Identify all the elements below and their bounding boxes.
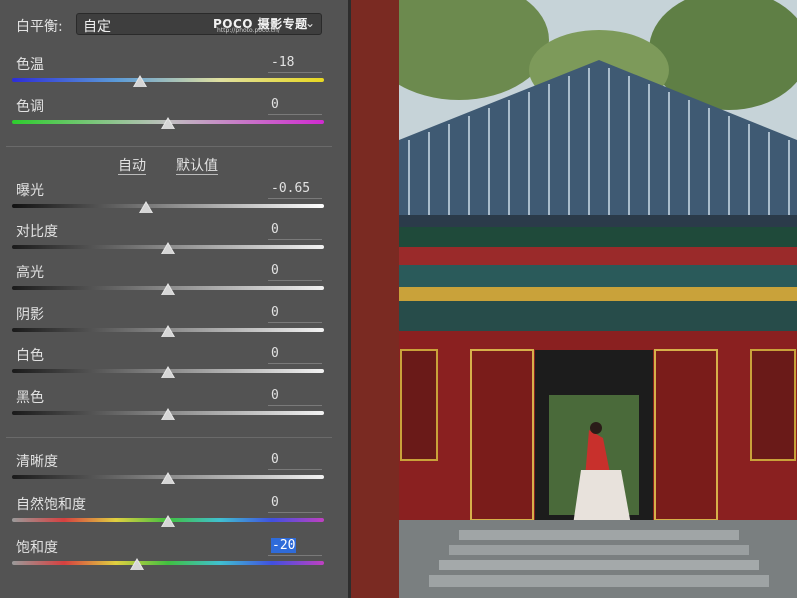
contrast-value-field[interactable]: 0 [268, 222, 322, 240]
whites-label: 白色 [16, 348, 44, 364]
vibrance-slider-thumb[interactable] [161, 515, 175, 527]
adjustment-panel: 白平衡: 自定 POCO 摄影专题 http://photo.poco.cn/ … [0, 0, 348, 598]
white-balance-label: 白平衡: [16, 19, 63, 35]
temperature-slider-thumb[interactable] [132, 75, 147, 87]
clarity-slider-thumb[interactable] [161, 472, 175, 484]
saturation-slider-thumb[interactable] [129, 558, 144, 570]
exposure-slider-track[interactable] [12, 204, 324, 208]
auto-button[interactable]: 自动 [118, 158, 146, 175]
tint-value-field[interactable]: 0 [268, 97, 322, 115]
shadows-value: 0 [271, 305, 279, 320]
white-balance-value: 自定 [83, 19, 111, 35]
shadows-value-field[interactable]: 0 [268, 305, 322, 323]
vibrance-value: 0 [271, 495, 279, 510]
blacks-value: 0 [271, 388, 279, 403]
saturation-value-field[interactable]: -20 [268, 538, 322, 556]
section-divider [6, 437, 332, 438]
saturation-slider-track[interactable] [12, 561, 324, 565]
blacks-slider-thumb[interactable] [161, 408, 175, 420]
temperature-value: -18 [271, 55, 295, 70]
highlights-label: 高光 [16, 265, 44, 281]
saturation-value: -20 [271, 538, 297, 553]
tint-value: 0 [271, 97, 279, 112]
clarity-value-field[interactable]: 0 [268, 452, 322, 470]
contrast-slider-thumb[interactable] [161, 242, 175, 254]
vibrance-value-field[interactable]: 0 [268, 495, 322, 513]
default-button[interactable]: 默认值 [176, 158, 218, 175]
clarity-label: 清晰度 [16, 454, 58, 470]
canvas-background [351, 0, 399, 598]
pavilion-photo [399, 0, 797, 598]
preview-photo [399, 0, 797, 598]
blacks-label: 黑色 [16, 390, 44, 406]
chevron-down-icon[interactable]: ⌄ [305, 16, 315, 30]
whites-value: 0 [271, 346, 279, 361]
exposure-value-field[interactable]: -0.65 [268, 181, 322, 199]
contrast-value: 0 [271, 222, 279, 237]
shadows-label: 阴影 [16, 307, 44, 323]
highlights-value: 0 [271, 263, 279, 278]
contrast-label: 对比度 [16, 224, 58, 240]
temperature-slider-track[interactable] [12, 78, 324, 82]
tint-slider-thumb[interactable] [161, 117, 175, 129]
poco-watermark-url: http://photo.poco.cn/ [217, 27, 280, 34]
blacks-value-field[interactable]: 0 [268, 388, 322, 406]
highlights-value-field[interactable]: 0 [268, 263, 322, 281]
highlights-slider-thumb[interactable] [161, 283, 175, 295]
tint-label: 色调 [16, 99, 44, 115]
white-balance-dropdown[interactable]: 自定 POCO 摄影专题 http://photo.poco.cn/ ⌄ [76, 13, 322, 35]
exposure-value: -0.65 [271, 181, 311, 196]
saturation-label: 饱和度 [16, 540, 58, 556]
vibrance-label: 自然饱和度 [16, 497, 86, 513]
whites-value-field[interactable]: 0 [268, 346, 322, 364]
exposure-label: 曝光 [16, 183, 44, 199]
shadows-slider-thumb[interactable] [161, 325, 175, 337]
section-divider [6, 146, 332, 147]
exposure-slider-thumb[interactable] [139, 201, 154, 213]
whites-slider-thumb[interactable] [161, 366, 175, 378]
temperature-label: 色温 [16, 57, 44, 73]
clarity-value: 0 [271, 452, 279, 467]
temperature-value-field[interactable]: -18 [268, 55, 322, 73]
